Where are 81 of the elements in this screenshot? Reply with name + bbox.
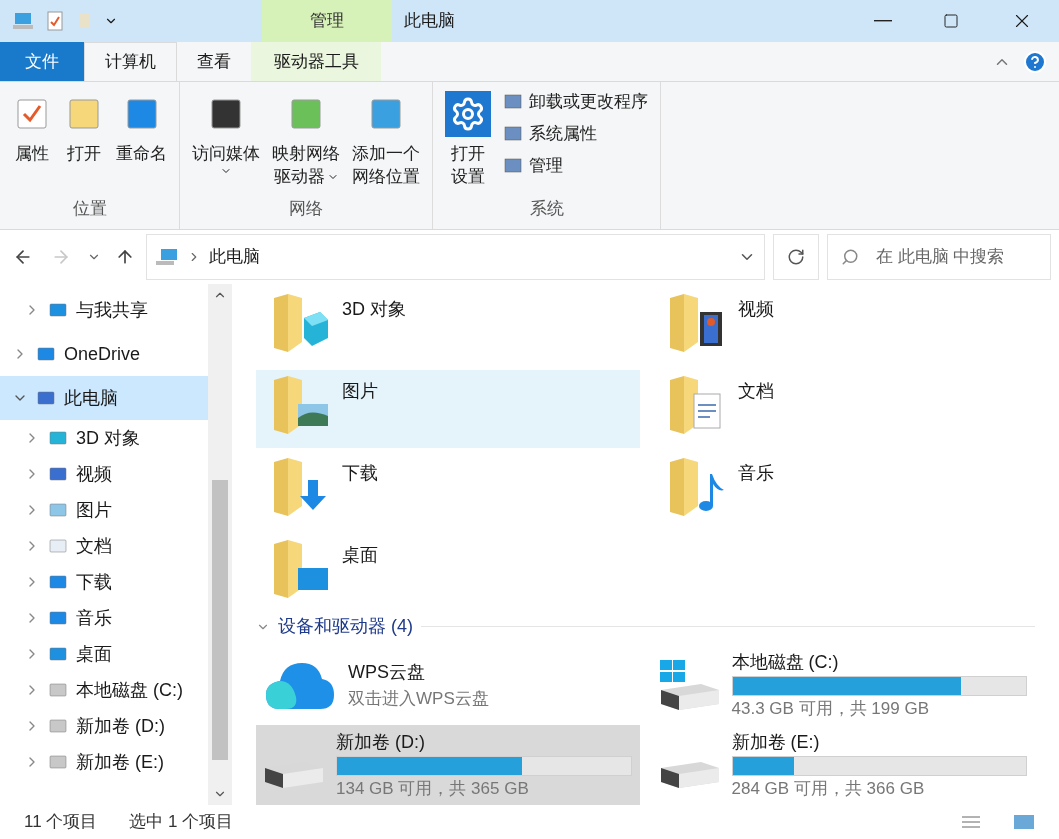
- refresh-button[interactable]: [773, 234, 819, 280]
- nav-item[interactable]: 本地磁盘 (C:): [0, 672, 208, 708]
- address-bar[interactable]: 此电脑: [146, 234, 765, 280]
- system-drive-icon: [659, 659, 720, 711]
- folder-tile[interactable]: 3D 对象: [256, 288, 640, 366]
- settings-icon: [445, 91, 491, 137]
- window-title: 此电脑: [403, 10, 456, 33]
- selection-count: 选中 1 个项目: [129, 811, 234, 834]
- ribbon-button[interactable]: 重命名: [112, 82, 171, 196]
- ribbon-group-label: 系统: [529, 197, 564, 220]
- folder-tile[interactable]: 文档: [651, 370, 1035, 448]
- nav-item[interactable]: 音乐: [0, 600, 208, 636]
- nav-item-icon: [36, 345, 56, 363]
- ribbon-button[interactable]: 访问媒体: [188, 82, 264, 196]
- maximize-icon: [943, 13, 959, 29]
- large-icons-view-icon[interactable]: [1013, 814, 1035, 830]
- ribbon-group-label: 位置: [72, 197, 107, 220]
- ribbon-tab[interactable]: 文件: [0, 42, 84, 81]
- ribbon-button[interactable]: 打开 设置: [441, 82, 495, 196]
- properties-icon[interactable]: [46, 11, 64, 31]
- group-header[interactable]: 设备和驱动器 (4): [256, 612, 1035, 641]
- nav-item[interactable]: 桌面: [0, 636, 208, 672]
- ribbon-button[interactable]: 映射网络 驱动器: [268, 82, 344, 196]
- folder-tile[interactable]: 桌面: [256, 534, 640, 612]
- item-count: 11 个项目: [24, 811, 98, 834]
- computer-icon: [12, 11, 34, 31]
- nav-item[interactable]: 文档: [0, 528, 208, 564]
- nav-item-icon: [48, 717, 68, 735]
- nav-item-icon: [48, 753, 68, 771]
- nav-item[interactable]: 视频: [0, 456, 208, 492]
- nav-item[interactable]: OneDrive: [0, 332, 208, 376]
- small-tool-icon: [503, 124, 523, 144]
- nav-item[interactable]: 新加卷 (E:): [0, 744, 208, 780]
- folder-tile[interactable]: 下载: [256, 452, 640, 530]
- nav-item[interactable]: 新加卷 (D:): [0, 708, 208, 744]
- folder-tile[interactable]: 音乐: [651, 452, 1035, 530]
- search-field[interactable]: 在 此电脑 中搜索: [827, 234, 1051, 280]
- nav-item[interactable]: 与我共享: [0, 288, 208, 332]
- nav-item-icon: [48, 301, 68, 319]
- context-tab-header: 管理: [262, 0, 392, 42]
- nav-item[interactable]: 下载: [0, 564, 208, 600]
- computer-icon: [155, 247, 179, 267]
- nav-item-icon: [48, 645, 68, 663]
- nav-item[interactable]: 3D 对象: [0, 420, 208, 456]
- nav-item[interactable]: 图片: [0, 492, 208, 528]
- folder-tile[interactable]: 图片: [256, 370, 640, 448]
- ribbon-button[interactable]: 添加一个 网络位置: [348, 82, 424, 196]
- ribbon-button[interactable]: 属性: [8, 82, 56, 196]
- ribbon-tab[interactable]: 查看: [177, 42, 251, 81]
- drive-tile[interactable]: 本地磁盘 (C:) 43.3 GB 可用，共 199 GB: [651, 645, 1035, 725]
- ribbon-button[interactable]: 系统属性: [499, 118, 652, 150]
- nav-item-icon: [48, 609, 68, 627]
- drive-tile[interactable]: 新加卷 (D:) 134 GB 可用，共 365 GB: [256, 725, 640, 805]
- nav-item[interactable]: 此电脑: [0, 376, 208, 420]
- minimize-icon: [874, 20, 892, 22]
- drive-tile[interactable]: WPS云盘 双击进入WPS云盘: [256, 645, 640, 725]
- hard-drive-icon: [659, 761, 720, 789]
- address-path: 此电脑: [209, 246, 261, 269]
- group-header-label: 设备和驱动器 (4): [278, 615, 413, 638]
- help-icon[interactable]: [1023, 49, 1047, 74]
- folder-tile[interactable]: 视频: [651, 288, 1035, 366]
- ribbon-tab[interactable]: 驱动器工具: [251, 42, 381, 81]
- nav-item-icon: [48, 465, 68, 483]
- ribbon-button[interactable]: 打开: [60, 82, 108, 196]
- scrollbar[interactable]: [208, 284, 232, 805]
- drive-tile[interactable]: 新加卷 (E:) 284 GB 可用，共 366 GB: [651, 725, 1035, 805]
- ribbon-button[interactable]: 卸载或更改程序: [499, 86, 652, 118]
- nav-item-icon: [48, 573, 68, 591]
- refresh-icon: [787, 248, 805, 266]
- nav-item-icon: [48, 537, 68, 555]
- nav-item-icon: [36, 389, 56, 407]
- nav-item-icon: [48, 681, 68, 699]
- nav-item-icon: [48, 429, 68, 447]
- ribbon-button[interactable]: 管理: [499, 150, 652, 182]
- details-view-icon[interactable]: [961, 814, 981, 830]
- search-icon: [841, 248, 859, 266]
- small-tool-icon: [503, 156, 523, 176]
- ribbon-group-label: 网络: [289, 197, 323, 220]
- ribbon-tab[interactable]: 计算机: [84, 42, 177, 81]
- nav-item-icon: [48, 501, 68, 519]
- small-tool-icon: [503, 92, 523, 112]
